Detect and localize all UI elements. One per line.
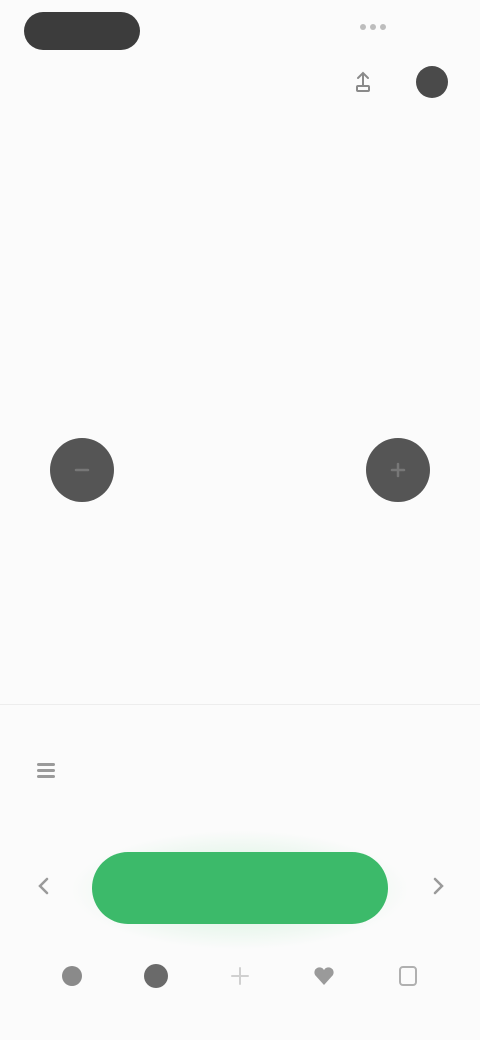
divider — [0, 704, 480, 705]
previous-button[interactable] — [50, 438, 114, 502]
primary-action-button[interactable] — [92, 852, 388, 924]
plus-icon — [225, 961, 255, 991]
bottom-tab-bar — [40, 944, 440, 1014]
tab-add[interactable] — [208, 961, 272, 997]
avatar[interactable] — [416, 66, 448, 98]
app-screen — [0, 0, 480, 1040]
chart-icon — [141, 961, 171, 991]
settings-icon[interactable] — [32, 756, 60, 784]
profile-icon — [393, 961, 423, 991]
signal-indicator — [360, 24, 386, 30]
next-button[interactable] — [366, 438, 430, 502]
tab-home[interactable] — [40, 961, 104, 997]
back-arrow-icon[interactable] — [26, 868, 62, 904]
minus-icon — [74, 468, 90, 472]
home-icon — [57, 961, 87, 991]
plus-icon — [390, 462, 406, 478]
tab-stats[interactable] — [124, 961, 188, 997]
top-left-pill-button[interactable] — [24, 12, 140, 50]
tab-profile[interactable] — [376, 961, 440, 997]
forward-arrow-icon[interactable] — [420, 868, 456, 904]
share-icon[interactable] — [352, 68, 374, 96]
heart-icon — [309, 961, 339, 991]
tab-favorites[interactable] — [292, 961, 356, 997]
